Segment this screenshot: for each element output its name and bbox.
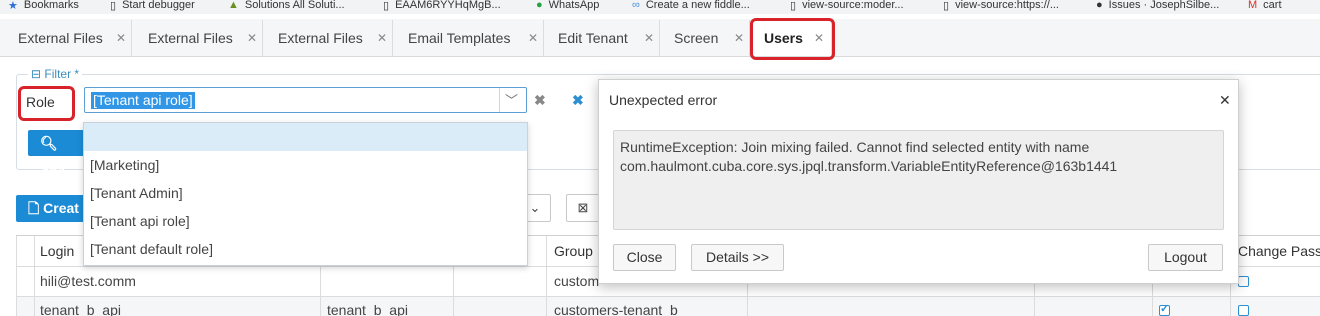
table-cell-login[interactable]: tenant_b_api (40, 302, 121, 316)
dropdown-option-marketing[interactable]: [Marketing] (84, 151, 527, 179)
table-cell-login[interactable]: hili@test.comm (40, 273, 136, 289)
excel-icon: ⊠ (577, 200, 589, 215)
chevron-down-icon: ⌄ (529, 200, 541, 215)
tab-users[interactable]: Users ✕ (752, 20, 832, 56)
page-icon: ▯ (790, 0, 797, 12)
close-button[interactable]: Close (613, 244, 676, 271)
bookmark-solutions[interactable]: ▲ Solutions All Soluti... (228, 0, 345, 13)
bookmark-view-source-https[interactable]: ▯ view-source:https://... (943, 0, 1059, 13)
change-password-checkbox[interactable] (1238, 276, 1249, 287)
col-divider (16, 236, 17, 316)
logout-button[interactable]: Logout (1148, 244, 1223, 271)
error-dialog: Unexpected error ✕ RuntimeException: Joi… (598, 79, 1239, 284)
role-condition-label: Role (26, 94, 55, 110)
page-icon: ▯ (943, 0, 950, 12)
tab-bar: External Files ✕ External Files ✕ External… (0, 19, 1320, 57)
bookmark-bookmarks[interactable]: ★ Bookmarks (8, 0, 79, 13)
column-header-change-pass[interactable]: Change Pass (1238, 243, 1320, 259)
dropdown-option-empty[interactable] (84, 123, 527, 151)
col-divider (546, 236, 547, 316)
file-icon: 🗋︎ (28, 200, 40, 216)
close-icon[interactable]: ✕ (644, 31, 654, 45)
column-header-login[interactable]: Login (40, 243, 74, 259)
bookmarks-bar: ★ Bookmarks ▯ Start debugger ▲ Solutions Al… (0, 0, 1320, 14)
bookmark-issues[interactable]: ● Issues · JosephSilbe... (1096, 0, 1219, 13)
details-button[interactable]: Details >> (691, 244, 784, 271)
collapse-icon[interactable]: ⊟ (31, 67, 41, 81)
tab-email-templates[interactable]: Email Templates ✕ (396, 20, 544, 56)
remove-condition-icon[interactable]: ✖ (572, 92, 584, 109)
tab-external-files-1[interactable]: External Files ✕ (6, 20, 132, 56)
page-icon: ▯ (110, 0, 117, 12)
table-cell-name[interactable]: tenant_b_api (327, 302, 408, 316)
clear-value-icon[interactable]: ✖ (534, 92, 546, 109)
fiddle-icon: ∞ (632, 0, 640, 11)
close-icon[interactable]: ✕ (1219, 92, 1231, 109)
tab-edit-tenant[interactable]: Edit Tenant ✕ (546, 20, 660, 56)
dropdown-option-tenant-api-role[interactable]: [Tenant api role] (84, 207, 527, 235)
error-message-line-2: com.haulmont.cuba.core.sys.jpql.transfor… (620, 158, 1118, 174)
star-icon: ★ (8, 0, 18, 12)
column-header-group[interactable]: Group (554, 243, 593, 259)
table-cell-group[interactable]: customers-tenant_b (554, 302, 678, 316)
bookmark-cart[interactable]: Mcart (1248, 0, 1282, 13)
bookmark-start-debugger[interactable]: ▯ Start debugger (110, 0, 195, 13)
dropdown-option-tenant-admin[interactable]: [Tenant Admin] (84, 179, 527, 207)
role-dropdown-list: [Marketing] [Tenant Admin] [Tenant api r… (83, 122, 528, 266)
active-checkbox[interactable] (1159, 302, 1170, 316)
tab-external-files-3[interactable]: External Files ✕ (266, 20, 393, 56)
search-icon: 🔍︎ (40, 135, 58, 151)
close-icon[interactable]: ✕ (247, 31, 257, 45)
logo-icon: ▲ (228, 0, 239, 11)
close-icon[interactable]: ✕ (116, 31, 126, 45)
table-cell-group[interactable]: custom (554, 273, 599, 289)
tab-external-files-2[interactable]: External Files ✕ (136, 20, 263, 56)
row-divider (16, 296, 1320, 297)
change-password-checkbox[interactable] (1238, 305, 1249, 316)
tab-screen[interactable]: Screen ✕ (662, 20, 750, 56)
bookmark-fiddle[interactable]: ∞ Create a new fiddle... (632, 0, 750, 13)
bookmark-whatsapp[interactable]: ● WhatsApp (536, 0, 599, 13)
close-icon[interactable]: ✕ (734, 31, 744, 45)
dialog-title: Unexpected error (609, 92, 718, 108)
close-icon[interactable]: ✕ (814, 31, 824, 45)
whatsapp-icon: ● (536, 0, 543, 11)
role-select-value: [Tenant api role] (91, 92, 195, 109)
close-icon[interactable]: ✕ (377, 31, 387, 45)
excel-export-button[interactable]: ⊠ (566, 194, 600, 222)
github-icon: ● (1096, 0, 1103, 11)
gmail-icon: M (1248, 0, 1258, 11)
bookmark-view-source-moder[interactable]: ▯ view-source:moder... (790, 0, 904, 13)
role-select[interactable]: [Tenant api role] ﹀ (84, 87, 527, 113)
filter-legend[interactable]: ⊟ Filter * (28, 67, 83, 81)
close-icon[interactable]: ✕ (528, 31, 538, 45)
dropdown-option-tenant-default-role[interactable]: [Tenant default role] (84, 235, 527, 263)
page-icon: ▯ (383, 0, 390, 12)
col-divider (34, 236, 35, 316)
search-button[interactable]: 🔍︎ Sea (28, 130, 86, 177)
select-divider (499, 88, 500, 112)
chevron-down-icon[interactable]: ﹀ (505, 90, 518, 109)
error-message: RuntimeException: Join mixing failed. Ca… (613, 130, 1224, 230)
bookmark-eaam[interactable]: ▯ EAAM6RYYHqMgB... (383, 0, 501, 13)
error-message-line-1: RuntimeException: Join mixing failed. Ca… (620, 139, 1090, 155)
